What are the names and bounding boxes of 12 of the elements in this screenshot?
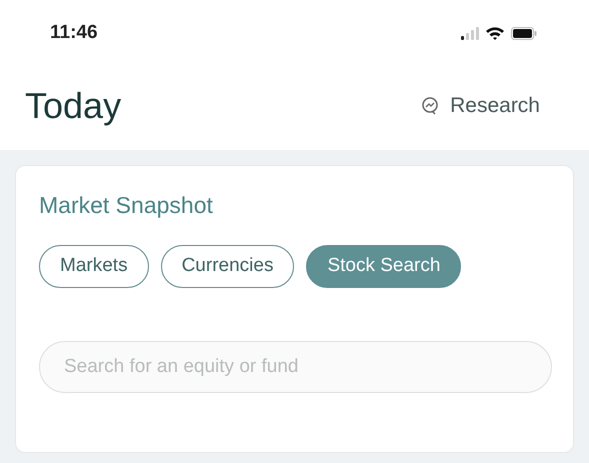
battery-icon [511, 26, 537, 40]
card-title: Market Snapshot [39, 191, 214, 220]
signal-icon [461, 26, 479, 40]
wifi-icon [485, 26, 505, 40]
page-title: Today [25, 84, 122, 128]
research-button[interactable]: Research [420, 90, 540, 122]
segment-tab[interactable]: Currencies [160, 244, 294, 288]
segment-tab[interactable]: Stock Search [306, 244, 462, 288]
chart-bubble-icon [420, 96, 440, 116]
search-field[interactable]: Search for an equity or fund [39, 340, 552, 392]
status-time: 11:46 [50, 20, 98, 45]
segment-tab[interactable]: Markets [39, 244, 149, 288]
